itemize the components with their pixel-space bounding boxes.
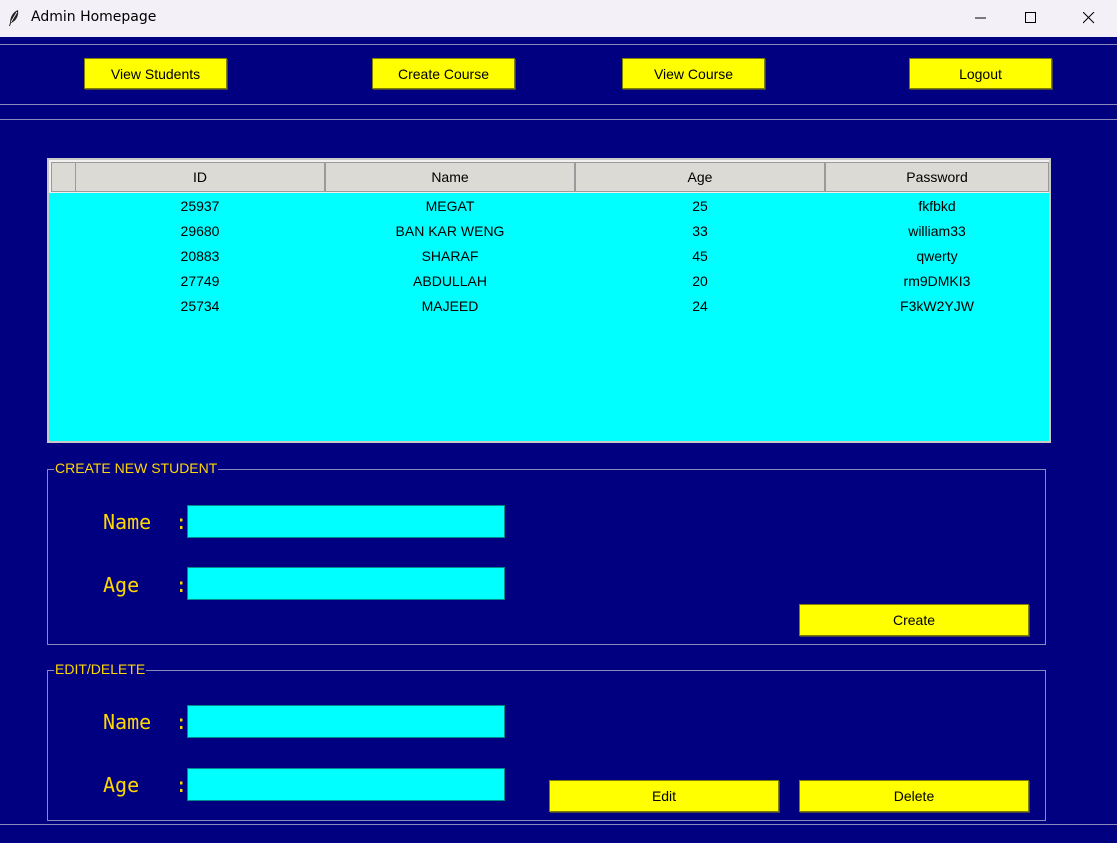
cell-name: BAN KAR WENG: [395, 222, 505, 239]
cell-name: ABDULLAH: [413, 272, 487, 289]
separator-nav-bottom: [0, 104, 1117, 105]
create-age-input[interactable]: [187, 567, 505, 600]
cell-name: MAJEED: [421, 297, 479, 314]
table-body: 25937 MEGAT 25 fkfbkd 29680 BAN KAR WENG…: [49, 193, 1049, 318]
separator-top: [0, 44, 1117, 45]
cell-age: 24: [692, 297, 708, 314]
view-students-button[interactable]: View Students: [84, 58, 227, 89]
cell-password: william33: [908, 222, 966, 239]
minimize-icon: [975, 17, 986, 19]
cell-id: 29680: [180, 222, 220, 239]
table-row[interactable]: 27749 ABDULLAH 20 rm9DMKI3: [49, 268, 1049, 293]
table-row[interactable]: 25937 MEGAT 25 fkfbkd: [49, 193, 1049, 218]
create-name-label: Name :: [103, 510, 188, 534]
cell-password: fkfbkd: [918, 197, 956, 214]
cell-id: 27749: [180, 272, 220, 289]
cell-password: rm9DMKI3: [903, 272, 971, 289]
maximize-icon: [1025, 12, 1036, 23]
create-button[interactable]: Create: [799, 604, 1029, 636]
table-header-tree-column[interactable]: [51, 162, 76, 192]
create-course-button[interactable]: Create Course: [372, 58, 515, 89]
edit-age-label: Age :: [103, 773, 188, 797]
students-table[interactable]: ID Name Age Password 25937 MEGAT 25 fkfb…: [47, 158, 1051, 443]
cell-name: MEGAT: [425, 197, 475, 214]
edit-button[interactable]: Edit: [549, 780, 779, 812]
table-header-age[interactable]: Age: [575, 162, 825, 192]
feather-icon: [9, 10, 19, 26]
cell-age: 45: [692, 247, 708, 264]
cell-name: SHARAF: [421, 247, 479, 264]
table-header-name[interactable]: Name: [325, 162, 575, 192]
close-icon: [1083, 12, 1095, 24]
cell-age: 20: [692, 272, 708, 289]
separator-nav-bottom-2: [0, 119, 1117, 120]
table-row[interactable]: 29680 BAN KAR WENG 33 william33: [49, 218, 1049, 243]
cell-id: 25734: [180, 297, 220, 314]
maximize-button[interactable]: [1007, 0, 1053, 37]
create-student-title: CREATE NEW STUDENT: [54, 460, 219, 476]
title-bar: Admin Homepage: [0, 0, 1117, 37]
table-header: ID Name Age Password: [49, 160, 1049, 193]
delete-button[interactable]: Delete: [799, 780, 1029, 812]
logout-button[interactable]: Logout: [909, 58, 1052, 89]
close-button[interactable]: [1065, 0, 1111, 37]
window-title: Admin Homepage: [31, 9, 157, 25]
table-header-password[interactable]: Password: [825, 162, 1049, 192]
table-header-id[interactable]: ID: [75, 162, 325, 192]
edit-age-input[interactable]: [187, 768, 505, 801]
create-name-input[interactable]: [187, 505, 505, 538]
table-row[interactable]: 25734 MAJEED 24 F3kW2YJW: [49, 293, 1049, 318]
edit-delete-title: EDIT/DELETE: [54, 661, 147, 677]
view-course-button[interactable]: View Course: [622, 58, 765, 89]
cell-age: 25: [692, 197, 708, 214]
edit-name-input[interactable]: [187, 705, 505, 738]
cell-id: 25937: [180, 197, 220, 214]
cell-password: qwerty: [916, 247, 958, 264]
cell-id: 20883: [180, 247, 220, 264]
create-student-group: CREATE NEW STUDENT Name : Age : Create: [47, 460, 1046, 645]
table-row[interactable]: 20883 SHARAF 45 qwerty: [49, 243, 1049, 268]
cell-age: 33: [692, 222, 708, 239]
separator-bottom: [0, 824, 1117, 825]
edit-name-label: Name :: [103, 710, 188, 734]
create-age-label: Age :: [103, 573, 188, 597]
edit-delete-group: EDIT/DELETE Name : Age : Edit Delete: [47, 661, 1046, 821]
cell-password: F3kW2YJW: [900, 297, 974, 314]
